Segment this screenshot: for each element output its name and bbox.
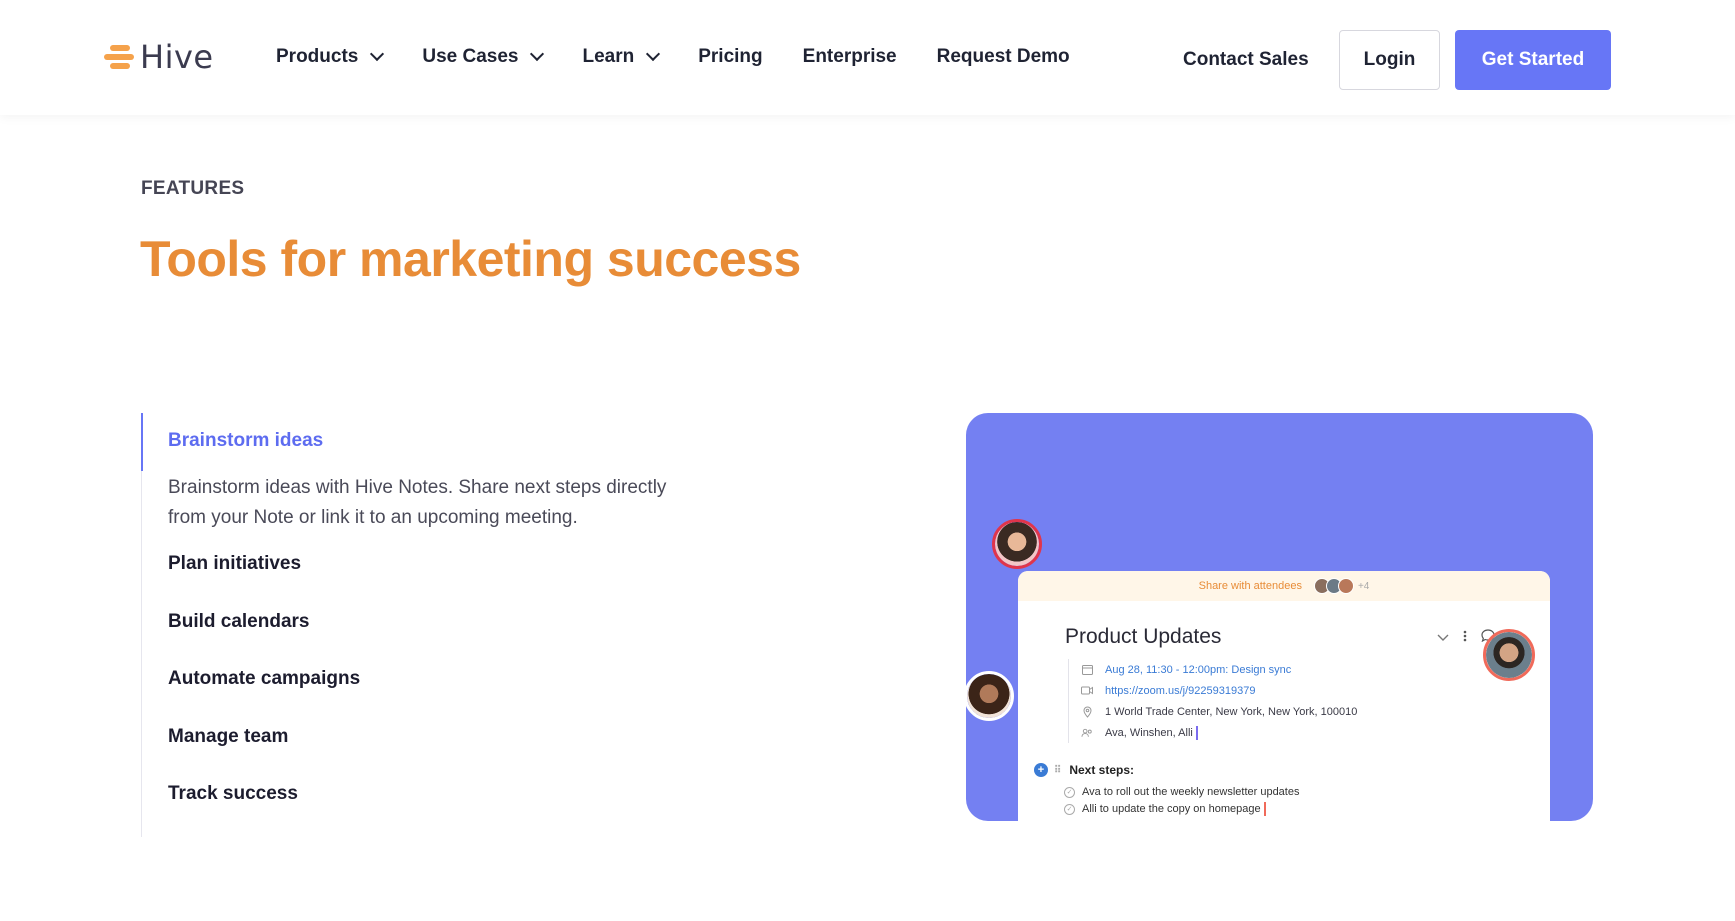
share-bar: Share with attendees +4 [1018, 571, 1550, 601]
nav-pricing[interactable]: Pricing [698, 46, 762, 68]
calendar-icon [1081, 664, 1093, 676]
nav-use-cases[interactable]: Use Cases [422, 46, 545, 68]
meeting-attendees: Ava, Winshen, Alli [1105, 726, 1193, 739]
chevron-down-icon [1437, 630, 1449, 645]
feature-description: Brainstorm ideas with Hive Notes. Share … [168, 477, 667, 528]
meeting-time-row: Aug 28, 11:30 - 12:00pm: Design sync [1081, 659, 1357, 680]
collab-cursor [1195, 725, 1198, 740]
meeting-time: Aug 28, 11:30 - 12:00pm: Design sync [1105, 663, 1292, 676]
avatar [1337, 578, 1354, 594]
todo-text: Alli to update the copy on homepage [1082, 803, 1261, 815]
todo-item: ✓ Ava to roll out the weekly newsletter … [1064, 786, 1299, 798]
feature-tab-brainstorm-ideas[interactable]: Brainstorm ideas [168, 430, 323, 452]
logo-text: Hive [140, 38, 214, 76]
note-card: Share with attendees +4 Product Updates [1018, 571, 1550, 821]
chevron-down-icon [530, 46, 545, 62]
nav-enterprise[interactable]: Enterprise [803, 46, 897, 68]
todo-text: Ava to roll out the weekly newsletter up… [1082, 786, 1300, 798]
nav-label: Products [276, 46, 359, 67]
share-label: Share with attendees [1198, 580, 1302, 592]
feature-tab-track-success[interactable]: Track success [168, 783, 298, 805]
note-title: Product Updates [1065, 625, 1222, 648]
extra-attendees-count: +4 [1357, 580, 1370, 592]
meeting-details: Aug 28, 11:30 - 12:00pm: Design sync htt… [1068, 659, 1357, 743]
collab-cursor [1263, 802, 1266, 816]
meeting-link-row: https://zoom.us/j/92259319379 [1081, 680, 1357, 701]
active-indicator [141, 413, 143, 471]
nav-learn[interactable]: Learn [582, 46, 661, 68]
add-icon: + [1034, 763, 1048, 777]
hive-logo-icon [104, 42, 136, 72]
nav-label: Enterprise [802, 46, 897, 67]
drag-handle-icon: ⠿ [1054, 764, 1062, 776]
meeting-location-row: 1 World Trade Center, New York, New York… [1081, 701, 1357, 722]
login-button[interactable]: Login [1339, 30, 1440, 90]
feature-tab-plan-initiatives[interactable]: Plan initiatives [168, 553, 301, 575]
next-steps-label: Next steps: [1069, 763, 1135, 777]
chevron-down-icon [370, 46, 385, 62]
feature-list: Brainstorm ideas Brainstorm ideas with H… [141, 413, 701, 837]
people-icon [1081, 727, 1093, 739]
get-started-button[interactable]: Get Started [1455, 30, 1611, 90]
feature-tab-build-calendars[interactable]: Build calendars [168, 611, 310, 633]
nav-label: Request Demo [936, 46, 1070, 67]
avatar [992, 519, 1042, 569]
check-circle-icon: ✓ [1064, 786, 1075, 798]
avatar [966, 671, 1014, 721]
nav-products[interactable]: Products [276, 46, 385, 68]
feature-tab-manage-team[interactable]: Manage team [168, 726, 288, 748]
main-nav: Products Use Cases Learn Pricing Enterpr… [276, 46, 1110, 68]
contact-sales-link[interactable]: Contact Sales [1183, 49, 1309, 71]
check-circle-icon: ✓ [1064, 803, 1075, 815]
attendee-avatars [1313, 578, 1354, 594]
meeting-location: 1 World Trade Center, New York, New York… [1105, 705, 1358, 718]
section-title: Tools for marketing success [140, 231, 801, 287]
meeting-link: https://zoom.us/j/92259319379 [1105, 684, 1256, 697]
section-eyebrow: FEATURES [141, 178, 245, 199]
more-vertical-icon [1463, 630, 1467, 645]
avatar [1483, 629, 1535, 681]
hive-logo[interactable]: Hive [104, 38, 214, 76]
next-steps-heading: + ⠿ Next steps: [1034, 763, 1134, 777]
site-header: Hive Products Use Cases Learn Pricing En… [0, 0, 1735, 115]
nav-label: Learn [582, 46, 635, 67]
nav-request-demo[interactable]: Request Demo [937, 46, 1070, 68]
meeting-attendees-row: Ava, Winshen, Alli [1081, 722, 1357, 743]
nav-label: Use Cases [422, 46, 519, 67]
nav-label: Pricing [698, 46, 763, 67]
chevron-down-icon [646, 46, 661, 62]
location-icon [1081, 705, 1093, 718]
video-icon [1081, 685, 1093, 697]
todo-item: ✓ Alli to update the copy on homepage [1064, 802, 1266, 816]
feature-tab-automate-campaigns[interactable]: Automate campaigns [168, 668, 360, 690]
feature-illustration: Share with attendees +4 Product Updates [966, 413, 1593, 821]
